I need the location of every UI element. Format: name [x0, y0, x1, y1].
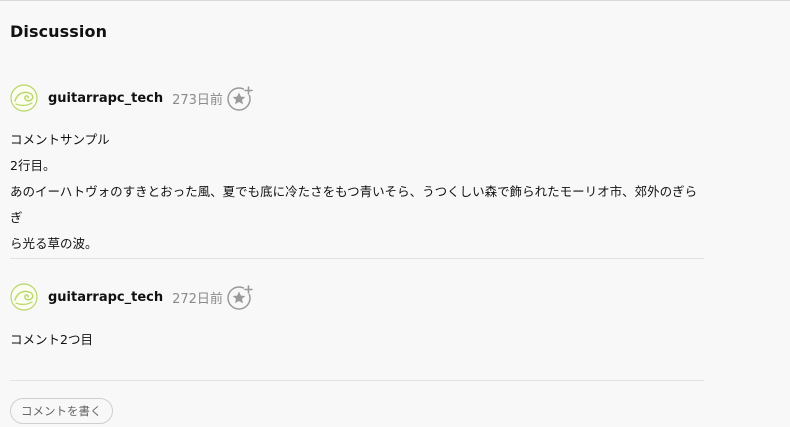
comment-divider	[10, 380, 704, 381]
comment-author[interactable]: guitarrapc_tech	[48, 290, 163, 305]
comment-line: コメント2つ目	[10, 332, 93, 347]
comment-line: 2行目。	[10, 158, 56, 173]
comment-body: コメント2つ目	[10, 327, 704, 353]
top-border	[0, 0, 790, 1]
comment-time[interactable]: 272日前	[172, 288, 223, 307]
comment-line: ら光る草の波。	[10, 236, 98, 251]
comment-author[interactable]: guitarrapc_tech	[48, 91, 163, 106]
avatar[interactable]	[10, 283, 38, 311]
write-comment-button[interactable]: コメントを書く	[10, 398, 113, 424]
sparkle-star-icon	[227, 285, 253, 310]
like-button[interactable]	[227, 85, 253, 111]
like-button[interactable]	[227, 284, 253, 310]
avatar[interactable]	[10, 84, 38, 112]
comment-time[interactable]: 273日前	[172, 89, 223, 108]
comment-line: コメントサンプル	[10, 132, 110, 147]
comment-header: guitarrapc_tech 272日前	[10, 283, 253, 311]
avatar-icon	[10, 283, 38, 311]
discussion-heading: Discussion	[10, 22, 108, 41]
comment-header: guitarrapc_tech 273日前	[10, 84, 253, 112]
sparkle-star-icon	[227, 86, 253, 111]
comment-line: あのイーハトヴォのすきとおった風、夏でも底に冷たさをもつ青いそら、うつくしい森で…	[10, 184, 698, 225]
avatar-icon	[10, 84, 38, 112]
comment-divider	[10, 258, 704, 259]
comment-body: コメントサンプル 2行目。 あのイーハトヴォのすきとおった風、夏でも底に冷たさを…	[10, 127, 704, 257]
